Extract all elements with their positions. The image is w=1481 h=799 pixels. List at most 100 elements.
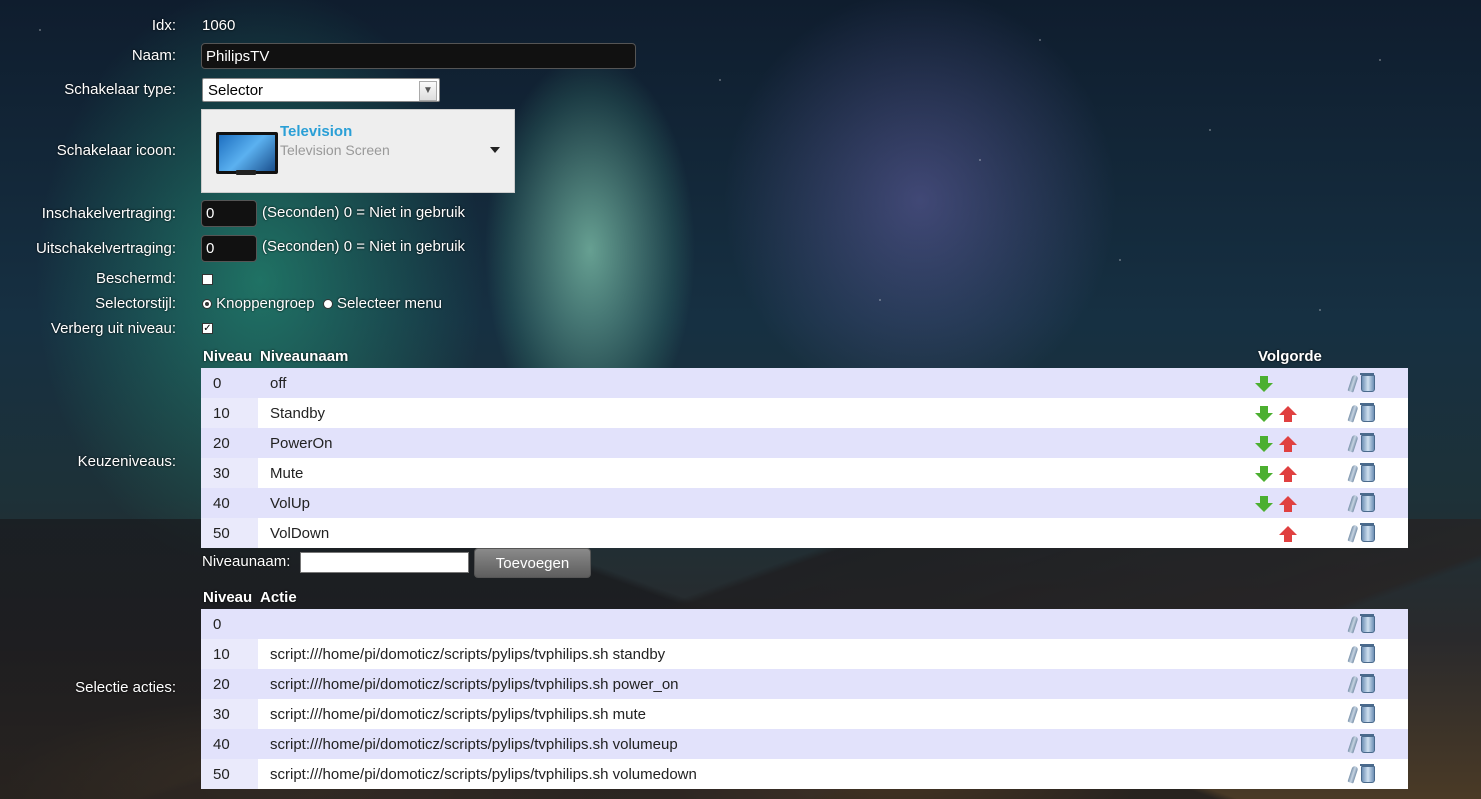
caret-down-icon <box>490 147 500 153</box>
table-row: 30 Mute <box>201 458 1408 488</box>
off-delay-label: Uitschakelvertraging: <box>35 240 176 257</box>
trash-icon[interactable] <box>1360 613 1375 633</box>
order-up-slot <box>1276 524 1300 542</box>
level-cell: 20 <box>201 428 258 458</box>
trash-icon[interactable] <box>1360 432 1375 452</box>
order-cell <box>1252 368 1346 398</box>
edit-icon[interactable] <box>1347 675 1359 694</box>
off-delay-input[interactable] <box>201 235 257 262</box>
name-label: Naam: <box>131 47 176 64</box>
arrow-down-icon[interactable] <box>1255 375 1273 392</box>
arrow-up-icon[interactable] <box>1279 405 1297 422</box>
television-icon <box>216 132 278 174</box>
order-cell <box>1252 428 1346 458</box>
new-level-input[interactable] <box>300 552 469 573</box>
level-cell: 50 <box>201 759 258 789</box>
trash-icon[interactable] <box>1360 703 1375 723</box>
table-row: 20 script:///home/pi/domoticz/scripts/pyl… <box>201 669 1408 699</box>
switch-icon-dropdown[interactable]: Television Television Screen <box>201 109 515 193</box>
arrow-down-icon[interactable] <box>1255 495 1273 512</box>
row-actions-cell <box>1346 458 1408 488</box>
edit-icon[interactable] <box>1347 735 1359 754</box>
edit-icon[interactable] <box>1347 374 1359 393</box>
action-cell: script:///home/pi/domoticz/scripts/pylip… <box>258 669 1346 699</box>
level-name-cell: VolDown <box>258 518 1252 548</box>
edit-icon[interactable] <box>1347 645 1359 664</box>
order-up-slot <box>1276 404 1300 422</box>
row-actions-cell <box>1346 759 1408 789</box>
edit-icon[interactable] <box>1347 434 1359 453</box>
level-cell: 10 <box>201 639 258 669</box>
switch-type-label: Schakelaar type: <box>64 81 176 98</box>
action-cell <box>258 609 1346 639</box>
order-down-slot <box>1252 494 1276 512</box>
icon-subtitle: Television Screen <box>280 142 390 158</box>
radio-selectmenu-label: Selecteer menu <box>336 295 443 312</box>
on-delay-input[interactable] <box>201 200 257 227</box>
on-delay-hint: (Seconden) 0 = Niet in gebruik <box>262 204 466 221</box>
arrow-up-icon[interactable] <box>1279 435 1297 452</box>
arrow-down-icon[interactable] <box>1255 465 1273 482</box>
levels-table: 0 off 10 Standby 20 PowerOn 30 Mute 40 VolUp 50 Vol… <box>201 368 1408 548</box>
switch-type-value: Selector <box>208 82 264 99</box>
actions-section-label: Selectie acties: <box>75 679 176 696</box>
arrow-down-icon[interactable] <box>1255 405 1273 422</box>
level-cell: 20 <box>201 669 258 699</box>
name-input[interactable] <box>201 43 636 69</box>
edit-icon[interactable] <box>1347 615 1359 634</box>
trash-icon[interactable] <box>1360 402 1375 422</box>
switch-icon-label: Schakelaar icoon: <box>56 142 176 159</box>
row-actions-cell <box>1346 729 1408 759</box>
arrow-up-icon[interactable] <box>1279 525 1297 542</box>
row-actions-cell <box>1346 669 1408 699</box>
edit-icon[interactable] <box>1347 404 1359 423</box>
level-cell: 10 <box>201 398 258 428</box>
television-stand <box>236 170 256 175</box>
order-down-slot <box>1252 464 1276 482</box>
levels-col-level: Niveau <box>203 348 253 365</box>
actions-col-action: Actie <box>260 589 297 606</box>
edit-icon[interactable] <box>1347 494 1359 513</box>
action-cell: script:///home/pi/domoticz/scripts/pylip… <box>258 729 1346 759</box>
off-delay-hint: (Seconden) 0 = Niet in gebruik <box>262 238 466 255</box>
edit-icon[interactable] <box>1347 705 1359 724</box>
arrow-down-icon[interactable] <box>1255 435 1273 452</box>
table-row: 30 script:///home/pi/domoticz/scripts/pyl… <box>201 699 1408 729</box>
table-row: 10 script:///home/pi/domoticz/scripts/pyl… <box>201 639 1408 669</box>
trash-icon[interactable] <box>1360 733 1375 753</box>
row-actions-cell <box>1346 368 1408 398</box>
table-row: 20 PowerOn <box>201 428 1408 458</box>
arrow-up-icon[interactable] <box>1279 465 1297 482</box>
add-level-button[interactable]: Toevoegen <box>474 548 591 578</box>
trash-icon[interactable] <box>1360 462 1375 482</box>
trash-icon[interactable] <box>1360 372 1375 392</box>
trash-icon[interactable] <box>1360 522 1375 542</box>
actions-table: 0 10 script:///home/pi/domoticz/scripts/py… <box>201 609 1408 789</box>
protected-label: Beschermd: <box>95 270 176 287</box>
radio-buttongroup[interactable] <box>202 299 212 309</box>
row-actions-cell <box>1346 488 1408 518</box>
edit-icon[interactable] <box>1347 464 1359 483</box>
trash-icon[interactable] <box>1360 492 1375 512</box>
level-name-cell: Standby <box>258 398 1252 428</box>
arrow-up-icon[interactable] <box>1279 495 1297 512</box>
order-cell <box>1252 398 1346 428</box>
trash-icon[interactable] <box>1360 673 1375 693</box>
table-row: 50 VolDown <box>201 518 1408 548</box>
hide-off-checkbox[interactable]: ✓ <box>202 323 213 334</box>
level-cell: 40 <box>201 729 258 759</box>
order-up-slot <box>1276 464 1300 482</box>
protected-checkbox[interactable] <box>202 274 213 285</box>
levels-col-name: Niveaunaam <box>260 348 349 365</box>
switch-type-select[interactable]: Selector ▼ <box>202 78 440 102</box>
actions-col-level: Niveau <box>203 589 253 606</box>
radio-buttongroup-label: Knoppengroep <box>216 295 315 312</box>
trash-icon[interactable] <box>1360 643 1375 663</box>
radio-selectmenu[interactable] <box>322 299 333 309</box>
level-cell: 0 <box>201 609 258 639</box>
trash-icon[interactable] <box>1360 763 1375 783</box>
row-actions-cell <box>1346 639 1408 669</box>
edit-icon[interactable] <box>1347 524 1359 543</box>
level-cell: 40 <box>201 488 258 518</box>
edit-icon[interactable] <box>1347 765 1359 784</box>
